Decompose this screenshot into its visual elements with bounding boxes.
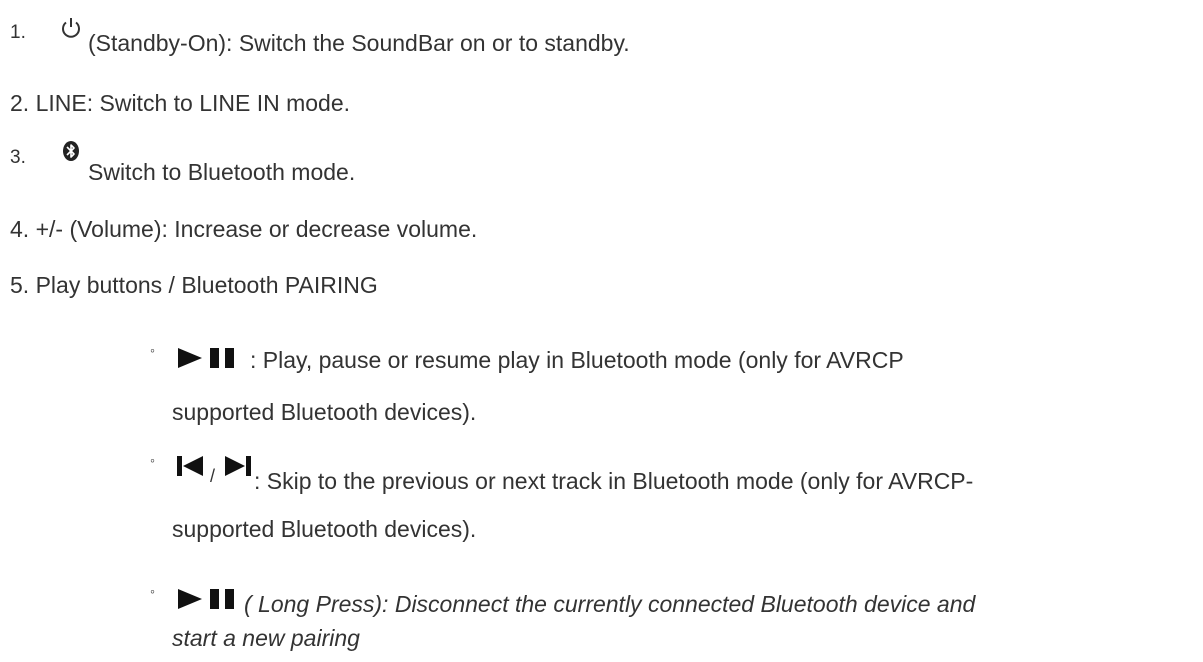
item-number: 5. bbox=[10, 272, 30, 298]
item-number: 2. bbox=[10, 90, 30, 116]
sub-item-line: start a new pairing bbox=[172, 625, 360, 651]
sub-item-line: ( Long Press): Disconnect the currently … bbox=[244, 591, 976, 617]
play-pause-icon bbox=[178, 588, 242, 616]
bullet-icon: ◦ bbox=[150, 452, 155, 468]
bluetooth-icon bbox=[62, 139, 80, 169]
item-number: 1. bbox=[10, 22, 26, 43]
list-item-4: 4. +/- (Volume): Increase or decrease vo… bbox=[10, 214, 477, 244]
bullet-icon: ◦ bbox=[150, 342, 155, 358]
list-item-2: 2. LINE: Switch to LINE IN mode. bbox=[10, 88, 350, 118]
bullet-icon: ◦ bbox=[150, 583, 155, 599]
item-number: 4. bbox=[10, 216, 30, 242]
item-text: (Standby-On): Switch the SoundBar on or … bbox=[88, 30, 630, 56]
prev-next-icon bbox=[177, 454, 257, 486]
sub-item-line: supported Bluetooth devices). bbox=[172, 399, 477, 425]
play-pause-icon bbox=[178, 347, 242, 375]
power-icon bbox=[60, 16, 82, 47]
item-text: +/- (Volume): Increase or decrease volum… bbox=[35, 216, 478, 242]
item-text: Play buttons / Bluetooth PAIRING bbox=[35, 272, 378, 298]
sub-item-line: : Skip to the previous or next track in … bbox=[254, 468, 974, 494]
item-text: LINE: Switch to LINE IN mode. bbox=[35, 90, 351, 116]
item-text: Switch to Bluetooth mode. bbox=[88, 159, 356, 185]
sub-item-line: supported Bluetooth devices). bbox=[172, 516, 477, 542]
list-item-5: 5. Play buttons / Bluetooth PAIRING bbox=[10, 270, 378, 300]
sub-item-line: : Play, pause or resume play in Bluetoot… bbox=[250, 347, 904, 373]
item-number: 3. bbox=[10, 147, 26, 168]
separator-text: / bbox=[210, 466, 216, 486]
